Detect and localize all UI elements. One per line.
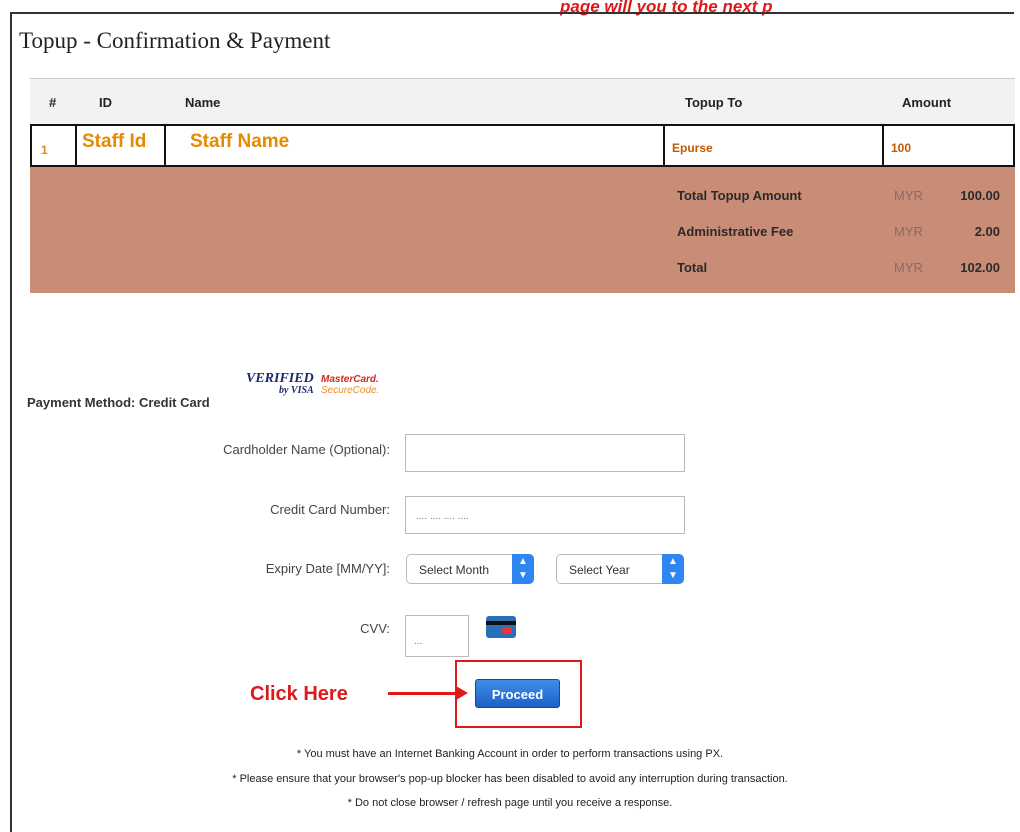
column-divider xyxy=(663,126,665,165)
summary-row-total-topup: Total Topup Amount MYR 100.00 xyxy=(30,180,1015,210)
summary-currency: MYR xyxy=(894,188,923,203)
summary-label: Total Topup Amount xyxy=(677,188,802,203)
card-number-input[interactable]: .... .... .... .... xyxy=(405,496,685,534)
click-here-annotation: Click Here xyxy=(250,683,348,705)
column-divider xyxy=(882,126,884,165)
summary-value: 2.00 xyxy=(974,224,1000,239)
column-divider xyxy=(164,126,166,165)
card-stripe xyxy=(486,621,516,625)
row-topup-to: Epurse xyxy=(672,141,713,155)
cvv-label: CVV: xyxy=(360,621,390,636)
row-staff-id: Staff Id xyxy=(82,131,147,152)
header-num: # xyxy=(49,95,57,110)
summary-value: 102.00 xyxy=(960,260,1000,275)
cardholder-name-label: Cardholder Name (Optional): xyxy=(223,442,390,457)
year-select-value: Select Year xyxy=(569,563,630,577)
summary-label: Administrative Fee xyxy=(677,224,794,239)
summary-currency: MYR xyxy=(894,260,923,275)
note-popup-blocker: * Please ensure that your browser's pop-… xyxy=(232,773,788,785)
summary-row-total: Total MYR 102.00 xyxy=(30,252,1015,282)
summary-label: Total xyxy=(677,260,708,275)
note-do-not-close: * Do not close browser / refresh page un… xyxy=(347,797,673,809)
summary-block: Total Topup Amount MYR 100.00 Administra… xyxy=(30,167,1015,293)
chevron-updown-icon: ▲ ▼ xyxy=(512,554,534,584)
expiry-month-select[interactable]: Select Month ▲ ▼ xyxy=(406,554,534,584)
summary-row-admin-fee: Administrative Fee MYR 2.00 xyxy=(30,216,1015,246)
cardholder-name-input[interactable] xyxy=(405,434,685,472)
card-cvv-mark xyxy=(502,627,512,634)
column-divider xyxy=(75,126,77,165)
note-banking-account: * You must have an Internet Banking Acco… xyxy=(296,748,724,760)
verified-by-visa-logo: VERIFIED by VISA xyxy=(246,371,314,397)
header-topup-to: Topup To xyxy=(685,95,743,110)
securecode-text: SecureCode. xyxy=(321,385,380,396)
header-id: ID xyxy=(99,95,112,110)
chevron-updown-icon: ▲ ▼ xyxy=(662,554,684,584)
mastercard-securecode-logo: MasterCard. SecureCode. xyxy=(321,374,379,396)
mastercard-text: MasterCard. xyxy=(321,374,379,385)
row-amount: 100 xyxy=(891,141,912,155)
cvv-input[interactable]: ... xyxy=(405,615,469,657)
expiry-year-select[interactable]: Select Year ▲ ▼ xyxy=(556,554,684,584)
row-num: 1 xyxy=(41,143,48,157)
row-staff-name: Staff Name xyxy=(190,131,290,152)
verified-text: VERIFIED xyxy=(246,371,314,386)
annotation-arrow xyxy=(388,692,460,695)
month-select-value: Select Month xyxy=(419,563,490,577)
payment-method-label: Payment Method: Credit Card xyxy=(27,395,210,410)
summary-currency: MYR xyxy=(894,224,923,239)
table-header: # ID Name Topup To Amount xyxy=(30,78,1015,127)
expiry-date-label: Expiry Date [MM/YY]: xyxy=(265,561,390,576)
card-number-label: Credit Card Number: xyxy=(270,502,390,517)
proceed-button[interactable]: Proceed xyxy=(475,679,560,708)
summary-value: 100.00 xyxy=(960,188,1000,203)
credit-card-icon xyxy=(486,616,516,638)
by-visa-text: by VISA xyxy=(278,385,314,396)
page-title: Topup - Confirmation & Payment xyxy=(19,28,331,53)
header-amount: Amount xyxy=(902,95,952,110)
header-name: Name xyxy=(185,95,221,110)
table-row: 1 Staff Id Staff Name Epurse 100 xyxy=(30,124,1015,167)
